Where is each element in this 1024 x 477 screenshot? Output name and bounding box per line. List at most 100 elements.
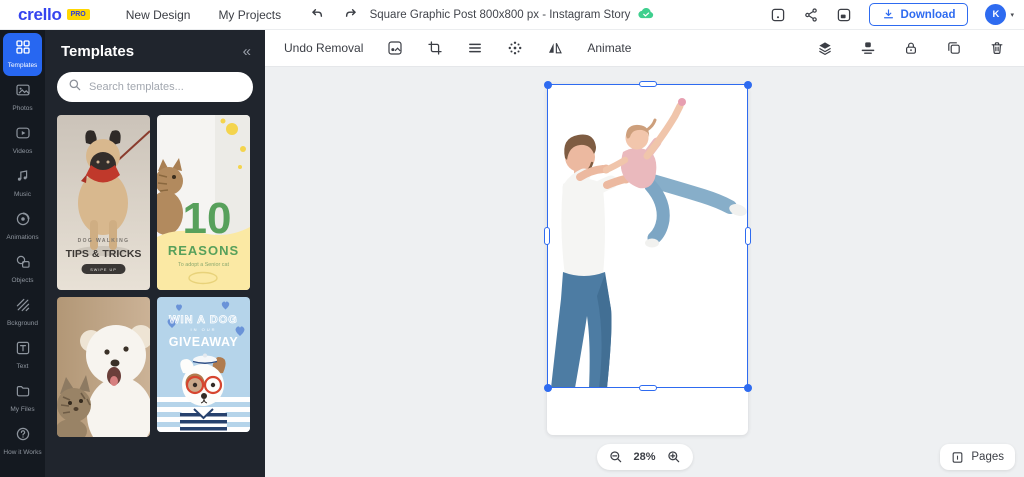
sidebar-item-label: Bckground xyxy=(3,320,43,327)
sidebar-item-animations[interactable]: Animations xyxy=(0,205,45,248)
template-grid: DOG WALKING TIPS & TRICKS SWIPE UP xyxy=(45,115,265,477)
cloud-saved-icon xyxy=(637,7,654,23)
sidebar-item-text[interactable]: Text xyxy=(0,334,45,377)
avatar[interactable]: K xyxy=(985,4,1006,25)
svg-text:IN OUR: IN OUR xyxy=(191,327,217,332)
resize-icon[interactable] xyxy=(836,7,852,23)
folder-icon xyxy=(15,383,31,404)
svg-text:REASONS: REASONS xyxy=(168,243,239,258)
sidebar-item-label: Objects xyxy=(3,277,43,284)
sidebar-item-label: Animations xyxy=(3,234,43,241)
svg-text:SWIPE UP: SWIPE UP xyxy=(90,268,117,272)
context-toolbar: Undo Removal Animate xyxy=(265,30,1024,67)
pages-button[interactable]: Pages xyxy=(940,444,1015,470)
sidebar-item-templates[interactable]: Templates xyxy=(3,33,42,76)
editor-area: Undo Removal Animate xyxy=(265,30,1024,477)
sidebar-item-how-it-works[interactable]: How it Works xyxy=(0,420,45,463)
zoom-controls: 28% xyxy=(596,444,692,470)
sidebar-item-label: Text xyxy=(3,363,43,370)
text-icon xyxy=(15,340,31,361)
redo-icon[interactable] xyxy=(343,7,359,23)
svg-text:TIPS & TRICKS: TIPS & TRICKS xyxy=(66,248,142,260)
duplicate-icon[interactable] xyxy=(946,40,962,56)
sidebar-item-label: My Files xyxy=(3,406,43,413)
document-title[interactable]: Square Graphic Post 800x800 px - Instagr… xyxy=(370,9,631,21)
sidebar-item-photos[interactable]: Photos xyxy=(0,76,45,119)
delete-icon[interactable] xyxy=(989,40,1005,56)
bookmark-icon[interactable] xyxy=(770,7,786,23)
download-label: Download xyxy=(901,9,956,21)
video-icon xyxy=(15,125,31,146)
search-icon xyxy=(68,78,82,97)
sidebar-rail: Templates Photos Videos Music Animations… xyxy=(0,30,45,477)
share-icon[interactable] xyxy=(803,7,819,23)
nav-new-design[interactable]: New Design xyxy=(126,8,191,22)
lock-icon[interactable] xyxy=(903,40,919,56)
sidebar-item-my-files[interactable]: My Files xyxy=(0,377,45,420)
svg-text:To adopt a Senior cat: To adopt a Senior cat xyxy=(178,262,229,268)
replace-image-icon[interactable] xyxy=(387,40,403,56)
zoom-level: 28% xyxy=(633,451,655,463)
pages-icon xyxy=(951,451,964,464)
undo-removal-button[interactable]: Undo Removal xyxy=(284,41,363,55)
logo-text: crello xyxy=(18,5,62,25)
filters-icon[interactable] xyxy=(507,40,523,56)
sidebar-item-music[interactable]: Music xyxy=(0,162,45,205)
canvas[interactable]: 28% Pages xyxy=(265,67,1024,477)
crello-logo[interactable]: crello PRO xyxy=(18,5,90,25)
template-search xyxy=(57,72,253,102)
top-nav: New Design My Projects xyxy=(126,8,281,22)
resize-handle-bottom-right[interactable] xyxy=(744,384,752,392)
crop-icon[interactable] xyxy=(427,40,443,56)
help-icon xyxy=(15,426,31,447)
svg-text:DOG WALKING: DOG WALKING xyxy=(78,238,130,244)
template-card-dog-walking[interactable]: DOG WALKING TIPS & TRICKS SWIPE UP xyxy=(57,115,150,290)
selection-box[interactable] xyxy=(547,84,748,388)
template-card-puppy-kitten[interactable] xyxy=(57,297,150,437)
zoom-in-icon[interactable] xyxy=(667,450,681,464)
template-card-ten-reasons[interactable]: 10 REASONS To adopt a Senior cat xyxy=(157,115,250,290)
photo-icon xyxy=(15,82,31,103)
topbar: crello PRO New Design My Projects Square… xyxy=(0,0,1024,30)
sidebar-item-label: Videos xyxy=(3,148,43,155)
resize-handle-left[interactable] xyxy=(544,227,550,245)
resize-handle-bottom-left[interactable] xyxy=(544,384,552,392)
resize-handle-top-right[interactable] xyxy=(744,81,752,89)
sidebar-item-label: Photos xyxy=(3,105,43,112)
svg-text:10: 10 xyxy=(183,194,232,243)
position-icon[interactable] xyxy=(860,40,876,56)
panel-title: Templates xyxy=(61,43,134,60)
account-menu[interactable]: K ▾ xyxy=(985,4,1014,25)
music-icon xyxy=(15,168,31,189)
flip-icon[interactable] xyxy=(547,40,563,56)
sidebar-item-label: Music xyxy=(3,191,43,198)
chevron-down-icon[interactable]: ▾ xyxy=(1010,11,1014,19)
svg-text:GIVEAWAY: GIVEAWAY xyxy=(169,335,239,349)
zoom-out-icon[interactable] xyxy=(608,450,622,464)
template-card-giveaway[interactable]: WIN A DOG IN OUR GIVEAWAY xyxy=(157,297,250,432)
layers-icon[interactable] xyxy=(817,40,833,56)
sidebar-item-videos[interactable]: Videos xyxy=(0,119,45,162)
background-icon xyxy=(15,297,31,318)
animations-icon xyxy=(15,211,31,232)
sidebar-item-background[interactable]: Bckground xyxy=(0,291,45,334)
sidebar-item-label: How it Works xyxy=(3,449,43,456)
sidebar-item-objects[interactable]: Objects xyxy=(0,248,45,291)
collapse-panel-icon[interactable]: « xyxy=(243,43,249,60)
download-icon xyxy=(882,8,895,21)
download-button[interactable]: Download xyxy=(869,3,969,26)
resize-handle-right[interactable] xyxy=(745,227,751,245)
svg-text:WIN A DOG: WIN A DOG xyxy=(169,314,238,326)
search-input[interactable] xyxy=(89,81,242,93)
templates-grid-icon xyxy=(15,39,31,60)
pro-badge: PRO xyxy=(67,9,90,20)
templates-panel: Templates « xyxy=(45,30,265,477)
animate-button[interactable]: Animate xyxy=(587,41,631,55)
resize-handle-bottom[interactable] xyxy=(639,385,657,391)
resize-handle-top-left[interactable] xyxy=(544,81,552,89)
nav-my-projects[interactable]: My Projects xyxy=(218,8,281,22)
resize-handle-top[interactable] xyxy=(639,81,657,87)
sidebar-item-label: Templates xyxy=(3,62,43,69)
undo-icon[interactable] xyxy=(309,7,325,23)
adjust-icon[interactable] xyxy=(467,40,483,56)
